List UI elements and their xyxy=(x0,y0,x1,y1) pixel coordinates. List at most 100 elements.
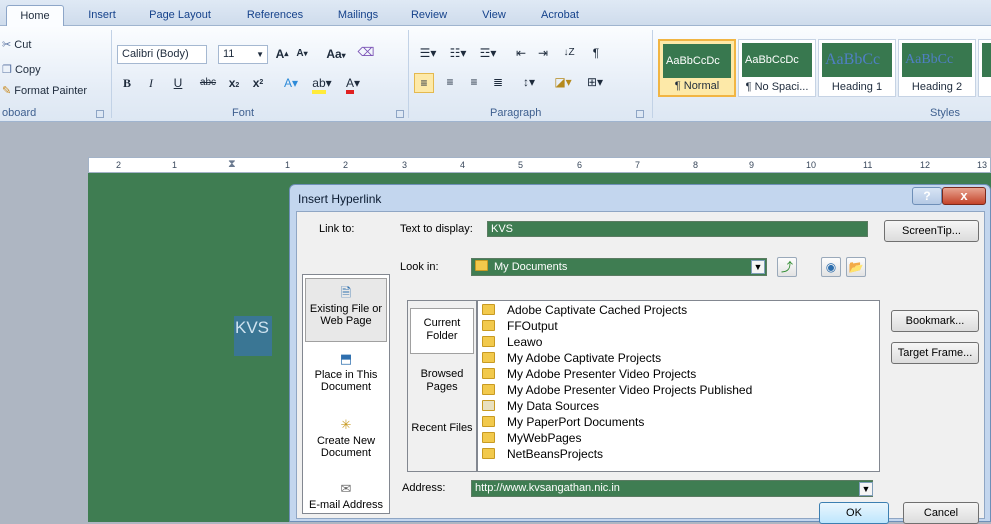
list-item[interactable]: My Adobe Captivate Projects xyxy=(482,350,661,366)
cut-button[interactable]: ✂ Cut xyxy=(2,38,31,51)
browse-file-icon[interactable]: 📂 xyxy=(846,257,866,277)
font-dialog-launcher[interactable] xyxy=(396,110,404,118)
style-preview xyxy=(982,43,991,77)
change-case-button[interactable]: Aa▾ xyxy=(322,45,350,65)
justify-button[interactable]: ≣ xyxy=(488,73,508,91)
style-heading-1[interactable]: AaBbCc Heading 1 xyxy=(818,39,896,97)
screentip-button[interactable]: ScreenTip... xyxy=(884,220,979,242)
font-color-button[interactable]: A▾ xyxy=(340,74,366,94)
email-icon: ✉ xyxy=(340,481,352,496)
format-painter-button[interactable]: ✎ Format Painter xyxy=(2,84,87,97)
cancel-button[interactable]: Cancel xyxy=(903,502,979,524)
chevron-down-icon[interactable]: ▼ xyxy=(751,260,765,274)
underline-button[interactable]: U xyxy=(168,74,188,92)
ruler-tick: 9 xyxy=(749,160,755,170)
tab-view[interactable]: View xyxy=(474,5,514,26)
browsed-pages-tab[interactable]: Browsed Pages xyxy=(410,365,474,403)
list-item[interactable]: My Adobe Presenter Video Projects Publis… xyxy=(482,382,752,398)
decrease-indent-button[interactable]: ⇤ xyxy=(512,44,530,62)
chevron-down-icon[interactable]: ▼ xyxy=(859,482,873,496)
style-label: Heading 1 xyxy=(831,81,883,93)
clipboard-group-label: oboard xyxy=(2,107,37,119)
link-to-place-in-document[interactable]: ⬒ Place in This Document xyxy=(305,347,387,397)
list-item[interactable]: Adobe Captivate Cached Projects xyxy=(482,302,687,318)
align-center-button[interactable]: ≡ xyxy=(440,73,460,91)
up-one-folder-icon[interactable]: ⤴ xyxy=(777,257,797,277)
bold-button[interactable]: B xyxy=(120,74,134,92)
align-left-button[interactable]: ≡ xyxy=(414,73,434,93)
address-input[interactable]: http://www.kvsangathan.nic.in xyxy=(471,480,873,497)
file-name: My Adobe Captivate Projects xyxy=(507,351,662,365)
recent-files-tab[interactable]: Recent Files xyxy=(410,419,474,457)
sort-button[interactable]: ↓Z xyxy=(560,44,578,62)
clipboard-dialog-launcher[interactable] xyxy=(96,110,104,118)
strikethrough-button[interactable]: abc xyxy=(196,74,220,92)
close-button[interactable]: x xyxy=(942,187,986,205)
copy-button[interactable]: ❐ Copy xyxy=(2,63,41,76)
indent-marker-icon[interactable]: ⧗ xyxy=(228,158,236,171)
text-to-display-input[interactable]: KVS xyxy=(487,221,868,237)
tab-acrobat[interactable]: Acrobat xyxy=(532,5,588,26)
horizontal-ruler[interactable]: 2 1 1 2 3 4 5 6 7 8 9 10 11 12 13 ⧗ xyxy=(88,157,991,173)
look-in-select[interactable]: My Documents xyxy=(471,258,767,276)
ruler-tick: 5 xyxy=(518,160,524,170)
highlight-color-button[interactable]: ab▾ xyxy=(308,74,336,94)
list-item[interactable]: NetBeansProjects xyxy=(482,446,603,462)
file-name: FFOutput xyxy=(507,319,558,333)
tab-page-layout[interactable]: Page Layout xyxy=(140,5,220,26)
borders-button[interactable]: ⊞▾ xyxy=(582,73,608,91)
style-preview: AaBbCc xyxy=(822,43,892,77)
numbering-button[interactable]: ☷▾ xyxy=(444,44,472,62)
target-frame-button[interactable]: Target Frame... xyxy=(891,342,979,364)
current-folder-tab[interactable]: Current Folder xyxy=(410,308,474,354)
style-heading-2[interactable]: AaBbCc Heading 2 xyxy=(898,39,976,97)
help-button[interactable]: ? xyxy=(912,187,942,205)
style-title-partial[interactable] xyxy=(978,39,991,97)
tab-insert[interactable]: Insert xyxy=(78,5,126,26)
subscript-button[interactable]: x2 xyxy=(224,74,244,95)
tab-review[interactable]: Review xyxy=(406,5,452,26)
list-item[interactable]: My Data Sources xyxy=(482,398,599,414)
selected-document-text[interactable]: KVS xyxy=(234,316,272,356)
file-list[interactable]: Adobe Captivate Cached Projects FFOutput… xyxy=(477,300,880,472)
ruler-tick: 7 xyxy=(635,160,641,170)
align-right-button[interactable]: ≡ xyxy=(464,73,484,91)
list-item[interactable]: My Adobe Presenter Video Projects xyxy=(482,366,696,382)
list-item[interactable]: MyWebPages xyxy=(482,430,581,446)
italic-button[interactable]: I xyxy=(144,74,158,92)
text-effects-button[interactable]: A▾ xyxy=(280,74,302,92)
grow-font-button[interactable]: A▴ xyxy=(273,45,291,63)
style-normal[interactable]: AaBbCcDc ¶ Normal xyxy=(658,39,736,97)
font-name-combo[interactable]: Calibri (Body) xyxy=(117,45,207,64)
ruler-tick: 12 xyxy=(920,160,931,170)
paragraph-group-label: Paragraph xyxy=(490,107,542,119)
ok-button[interactable]: OK xyxy=(819,502,889,524)
file-name: Leawo xyxy=(507,335,543,349)
ruler-tick: 3 xyxy=(402,160,408,170)
clear-formatting-icon[interactable]: ⌫ xyxy=(356,43,376,61)
bullets-button[interactable]: ☰▾ xyxy=(414,44,442,62)
tab-home[interactable]: Home xyxy=(6,5,64,26)
list-item[interactable]: Leawo xyxy=(482,334,542,350)
multilevel-list-button[interactable]: ☲▾ xyxy=(474,44,502,62)
superscript-button[interactable]: x2 xyxy=(248,74,268,92)
paragraph-dialog-launcher[interactable] xyxy=(636,110,644,118)
link-to-email-address[interactable]: ✉ E-mail Address xyxy=(305,479,387,513)
style-no-spacing[interactable]: AaBbCcDc ¶ No Spaci... xyxy=(738,39,816,97)
format-painter-label: Format Painter xyxy=(14,85,88,97)
browse-web-icon[interactable]: ◉ xyxy=(821,257,841,277)
folder-icon xyxy=(482,416,495,427)
link-to-existing-file[interactable]: 🗎 Existing File or Web Page xyxy=(305,278,387,342)
font-size-combo[interactable]: 11 ▼ xyxy=(218,45,268,64)
shrink-font-button[interactable]: A▾ xyxy=(293,45,311,63)
list-item[interactable]: My PaperPort Documents xyxy=(482,414,644,430)
list-item[interactable]: FFOutput xyxy=(482,318,558,334)
shading-button[interactable]: ◪▾ xyxy=(550,73,576,91)
tab-references[interactable]: References xyxy=(236,5,314,26)
line-spacing-button[interactable]: ↕▾ xyxy=(516,73,542,91)
link-to-create-new-document[interactable]: ✳ Create New Document xyxy=(305,413,387,463)
tab-mailings[interactable]: Mailings xyxy=(330,5,386,26)
pilcrow-icon[interactable]: ¶ xyxy=(588,44,604,62)
bookmark-button[interactable]: Bookmark... xyxy=(891,310,979,332)
increase-indent-button[interactable]: ⇥ xyxy=(534,44,552,62)
